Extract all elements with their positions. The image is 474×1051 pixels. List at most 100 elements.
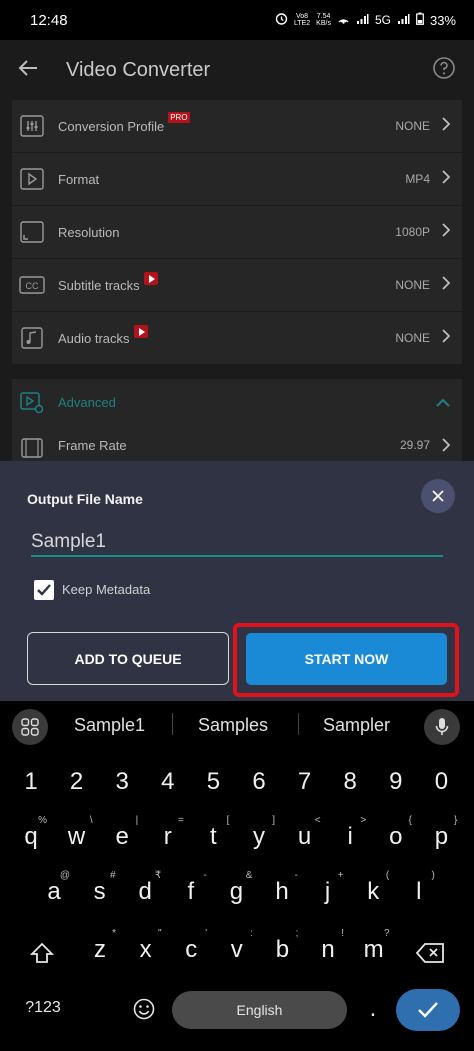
key-6[interactable]: 6 [239, 768, 279, 796]
suggestion-2[interactable]: Samples [198, 715, 268, 736]
key-char: 6 [252, 768, 266, 795]
key-7[interactable]: 7 [285, 768, 325, 796]
row-value: 1080P [395, 225, 430, 239]
backspace-icon [416, 943, 444, 963]
key-i[interactable]: i > [330, 815, 370, 851]
key-0[interactable]: 0 [421, 768, 461, 796]
enter-key[interactable] [396, 989, 460, 1031]
row-frame-rate[interactable]: Frame Rate 29.97 [12, 426, 462, 461]
keyboard-menu-button[interactable] [12, 709, 48, 745]
key-char: s [93, 878, 106, 905]
sliders-icon [18, 114, 46, 138]
suggestion-3[interactable]: Sampler [323, 715, 390, 736]
key-2[interactable]: 2 [57, 768, 97, 796]
key-char: 8 [343, 768, 357, 795]
key-char: e [115, 823, 129, 850]
key-m[interactable]: m? [354, 928, 394, 964]
key-f[interactable]: f- [171, 870, 211, 906]
emoji-key[interactable] [122, 989, 166, 1029]
space-key[interactable]: English [172, 991, 347, 1029]
key-char: a [47, 878, 61, 905]
keyboard: Sample1 Samples Sampler 1 2 3 4 5 6 7 8 9 0 q% w \ e |… [0, 701, 474, 1051]
row-conversion-profile[interactable]: Conversion Profile PRO NONE [12, 100, 462, 153]
key-secondary-char: ? [384, 928, 390, 939]
shift-key[interactable] [22, 933, 62, 973]
svg-text:CC: CC [26, 281, 39, 291]
grid-icon [21, 718, 39, 736]
key-3[interactable]: 3 [102, 768, 142, 796]
key-p[interactable]: p} [421, 815, 461, 851]
app-title: Video Converter [66, 58, 211, 81]
key-secondary-char: " [158, 928, 162, 939]
key-secondary-char: - [203, 870, 207, 881]
key-r[interactable]: r = [148, 815, 188, 851]
key-j[interactable]: j + [308, 870, 348, 906]
row-format[interactable]: Format MP4 [12, 153, 462, 206]
key-n[interactable]: n! [308, 928, 348, 964]
key-o[interactable]: o{ [376, 815, 416, 851]
key-u[interactable]: u < [285, 815, 325, 851]
close-button[interactable] [421, 479, 455, 513]
start-now-button[interactable]: START NOW [246, 633, 447, 685]
row-subtitle-tracks[interactable]: CC Subtitle tracks NONE [12, 259, 462, 312]
key-z[interactable]: z * [80, 928, 120, 964]
key-w[interactable]: w \ [57, 815, 97, 851]
key-x[interactable]: x " [126, 928, 166, 964]
key-char: n [321, 936, 335, 963]
help-icon[interactable] [432, 56, 456, 85]
key-t[interactable]: t[ [193, 815, 233, 851]
key-secondary-char: # [110, 870, 116, 881]
key-secondary-char: ; [295, 928, 299, 939]
key-s[interactable]: s # [80, 870, 120, 906]
key-char: 1 [24, 768, 38, 795]
key-e[interactable]: e | [102, 815, 142, 851]
add-to-queue-button[interactable]: ADD TO QUEUE [27, 632, 229, 685]
network-speed: 7.54 KB/s [316, 13, 331, 27]
key-b[interactable]: b; [262, 928, 302, 964]
key-char: j [324, 878, 331, 905]
key-char: k [367, 878, 380, 905]
suggestion-1[interactable]: Sample1 [74, 715, 145, 736]
symbols-key[interactable]: ?123 [14, 991, 72, 1025]
row-resolution[interactable]: Resolution 1080P [12, 206, 462, 259]
key-d[interactable]: d ₹ [125, 870, 165, 906]
key-h[interactable]: h- [262, 870, 302, 906]
divider [172, 713, 173, 735]
key-v[interactable]: v: [217, 928, 257, 964]
key-char: d [138, 878, 152, 905]
key-c[interactable]: c ' [171, 928, 211, 964]
close-icon [432, 490, 444, 502]
row-audio-tracks[interactable]: Audio tracks NONE [12, 312, 462, 365]
video-badge-icon [133, 324, 148, 338]
key-l[interactable]: l) [399, 870, 439, 906]
key-a[interactable]: a @ [34, 870, 74, 906]
period-key[interactable]: . [358, 989, 388, 1029]
key-char: o [389, 823, 403, 850]
key-9[interactable]: 9 [376, 768, 416, 796]
status-icons: Vo8 LTE2 7.54 KB/s 5G 33% [275, 12, 456, 28]
keep-metadata-label: Keep Metadata [62, 582, 151, 597]
chevron-right-icon [442, 169, 451, 189]
microphone-icon [435, 718, 449, 735]
key-q[interactable]: q% [11, 815, 51, 851]
key-y[interactable]: y] [239, 815, 279, 851]
key-char: b [275, 936, 290, 963]
key-g[interactable]: g & [216, 870, 256, 906]
key-k[interactable]: k( [353, 870, 393, 906]
file-name-input[interactable]: Sample1 [31, 529, 443, 557]
key-1[interactable]: 1 [11, 768, 51, 796]
row-value: MP4 [405, 172, 430, 186]
back-arrow-icon[interactable] [18, 59, 38, 82]
signal-icon-2 [397, 13, 410, 28]
advanced-label: Advanced [58, 395, 116, 410]
shift-icon [30, 942, 54, 963]
backspace-key[interactable] [410, 933, 450, 973]
advanced-section-header[interactable]: Advanced [12, 379, 462, 426]
key-secondary-char: : [250, 928, 253, 939]
key-8[interactable]: 8 [330, 768, 370, 796]
key-5[interactable]: 5 [193, 768, 233, 796]
key-4[interactable]: 4 [148, 768, 188, 796]
keep-metadata-checkbox[interactable] [34, 580, 54, 600]
key-char: g [229, 878, 244, 905]
voice-input-button[interactable] [424, 709, 460, 745]
